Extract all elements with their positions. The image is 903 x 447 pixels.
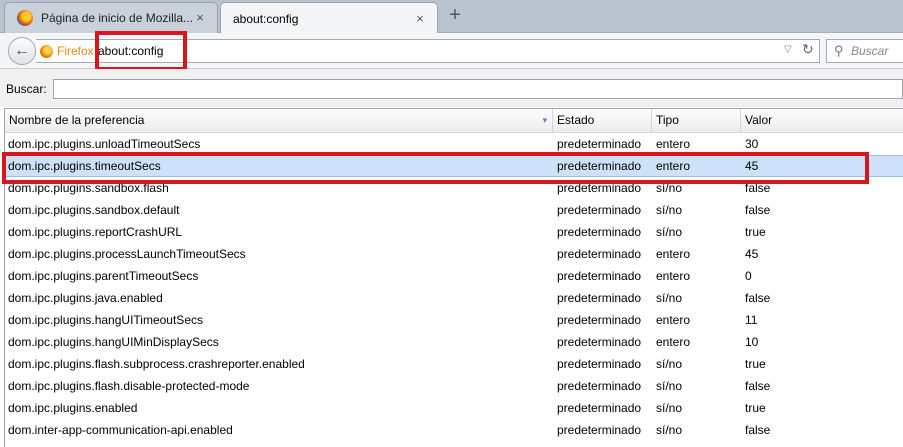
- preference-value: true: [745, 225, 766, 239]
- preference-state: predeterminado: [557, 423, 642, 437]
- column-header-type[interactable]: Tipo: [652, 109, 741, 133]
- table-row[interactable]: dom.ipc.plugins.processLaunchTimeoutSecs…: [5, 243, 903, 265]
- preference-state: predeterminado: [557, 269, 642, 283]
- tab-label: about:config: [233, 11, 299, 26]
- preference-value: false: [745, 423, 771, 437]
- column-label: Tipo: [656, 113, 679, 127]
- column-label: Valor: [745, 113, 773, 127]
- back-button[interactable]: ←: [8, 37, 36, 65]
- preference-type: sí/no: [656, 291, 683, 305]
- preference-state: predeterminado: [557, 291, 642, 305]
- preference-state: predeterminado: [557, 203, 642, 217]
- column-header-state[interactable]: Estado: [553, 109, 652, 133]
- preference-value: 45: [745, 247, 759, 261]
- table-row[interactable]: dom.ipc.plugins.reportCrashURL predetermi…: [5, 221, 903, 243]
- preference-value: 11: [745, 313, 758, 327]
- preference-name: dom.ipc.plugins.processLaunchTimeoutSecs: [8, 247, 246, 261]
- table-row[interactable]: dom.ipc.plugins.sandbox.default predeterm…: [5, 199, 903, 221]
- tab-label: Página de inicio de Mozilla...: [41, 11, 193, 25]
- preference-value: 10: [745, 335, 759, 349]
- preference-value: 0: [745, 269, 752, 283]
- preference-name: dom.ipc.plugins.hangUITimeoutSecs: [8, 313, 203, 327]
- table-row[interactable]: dom.ipc.plugins.hangUIMinDisplaySecs pred…: [5, 331, 903, 353]
- preference-type: entero: [656, 313, 691, 327]
- identity-label: Firefox: [57, 44, 94, 58]
- table-row[interactable]: dom.ipc.plugins.java.enabled predetermina…: [5, 287, 903, 309]
- preference-name: dom.ipc.plugins.reportCrashURL: [8, 225, 183, 239]
- preference-value: false: [745, 291, 771, 305]
- preference-type: entero: [656, 269, 691, 283]
- preference-value: true: [745, 357, 766, 371]
- close-icon[interactable]: ×: [193, 11, 207, 25]
- preference-state: predeterminado: [557, 401, 642, 415]
- preference-state: predeterminado: [557, 247, 642, 261]
- preference-value: true: [745, 401, 766, 415]
- row-annotation-box: [2, 152, 869, 184]
- column-header-name[interactable]: Nombre de la preferencia: [5, 109, 553, 133]
- tab-about-config[interactable]: about:config ×: [220, 2, 438, 34]
- tree-header: Nombre de la preferencia ▼ Estado Tipo V…: [5, 109, 903, 133]
- tab-strip: Página de inicio de Mozilla... × about:c…: [0, 0, 903, 34]
- filter-input[interactable]: [53, 79, 903, 99]
- preference-type: sí/no: [656, 379, 683, 393]
- firefox-icon: [17, 10, 33, 26]
- column-header-value[interactable]: Valor: [741, 109, 903, 133]
- preference-type: sí/no: [656, 357, 683, 371]
- preference-name: dom.ipc.plugins.sandbox.default: [8, 203, 180, 217]
- preference-type: entero: [656, 247, 691, 261]
- preference-state: predeterminado: [557, 335, 642, 349]
- table-row[interactable]: dom.ipc.plugins.parentTimeoutSecs predete…: [5, 265, 903, 287]
- history-dropdown-icon[interactable]: ▽: [784, 44, 792, 55]
- preference-value: false: [745, 203, 771, 217]
- preference-state: predeterminado: [557, 313, 642, 327]
- table-row[interactable]: dom.ipc.plugins.enabled predeterminado sí/…: [5, 397, 903, 419]
- column-label: Estado: [557, 113, 595, 127]
- search-icon: ⚲: [834, 43, 844, 58]
- table-row[interactable]: dom.ipc.plugins.flash.disable-protected-…: [5, 375, 903, 397]
- tab-mozilla-start[interactable]: Página de inicio de Mozilla... ×: [4, 2, 218, 33]
- url-annotation-box: [95, 31, 187, 71]
- identity-box[interactable]: Firefox: [40, 40, 94, 62]
- preference-name: dom.ipc.plugins.parentTimeoutSecs: [8, 269, 199, 283]
- table-row[interactable]: dom.ipc.plugins.hangUITimeoutSecs predete…: [5, 309, 903, 331]
- preference-type: sí/no: [656, 203, 683, 217]
- preference-state: predeterminado: [557, 225, 642, 239]
- preference-name: dom.ipc.plugins.hangUIMinDisplaySecs: [8, 335, 219, 349]
- filter-label: Buscar:: [6, 82, 47, 96]
- search-placeholder: Buscar: [851, 44, 889, 58]
- column-label: Nombre de la preferencia: [9, 113, 145, 127]
- preference-state: predeterminado: [557, 379, 642, 393]
- reload-icon[interactable]: ↻: [802, 41, 814, 58]
- filter-row: Buscar:: [0, 69, 903, 107]
- preference-type: sí/no: [656, 225, 683, 239]
- preference-type: sí/no: [656, 401, 683, 415]
- table-row[interactable]: dom.ipc.plugins.flash.subprocess.crashre…: [5, 353, 903, 375]
- preference-value: false: [745, 379, 771, 393]
- preference-name: dom.ipc.plugins.flash.subprocess.crashre…: [8, 357, 305, 371]
- close-icon[interactable]: ×: [413, 12, 427, 26]
- preference-state: predeterminado: [557, 357, 642, 371]
- preference-name: dom.ipc.plugins.enabled: [8, 401, 138, 415]
- search-bar[interactable]: ⚲ Buscar: [826, 39, 903, 63]
- preference-type: entero: [656, 335, 691, 349]
- new-tab-button[interactable]: +: [444, 4, 466, 28]
- preference-name: dom.ipc.plugins.flash.disable-protected-…: [8, 379, 250, 393]
- preference-name: dom.ipc.plugins.java.enabled: [8, 291, 163, 305]
- table-row[interactable]: dom.inter-app-communication-api.enabled p…: [5, 419, 903, 441]
- preference-type: sí/no: [656, 423, 683, 437]
- firefox-identity-icon: [40, 44, 53, 58]
- sort-descending-icon: ▼: [541, 116, 549, 125]
- preference-name: dom.inter-app-communication-api.enabled: [8, 423, 233, 437]
